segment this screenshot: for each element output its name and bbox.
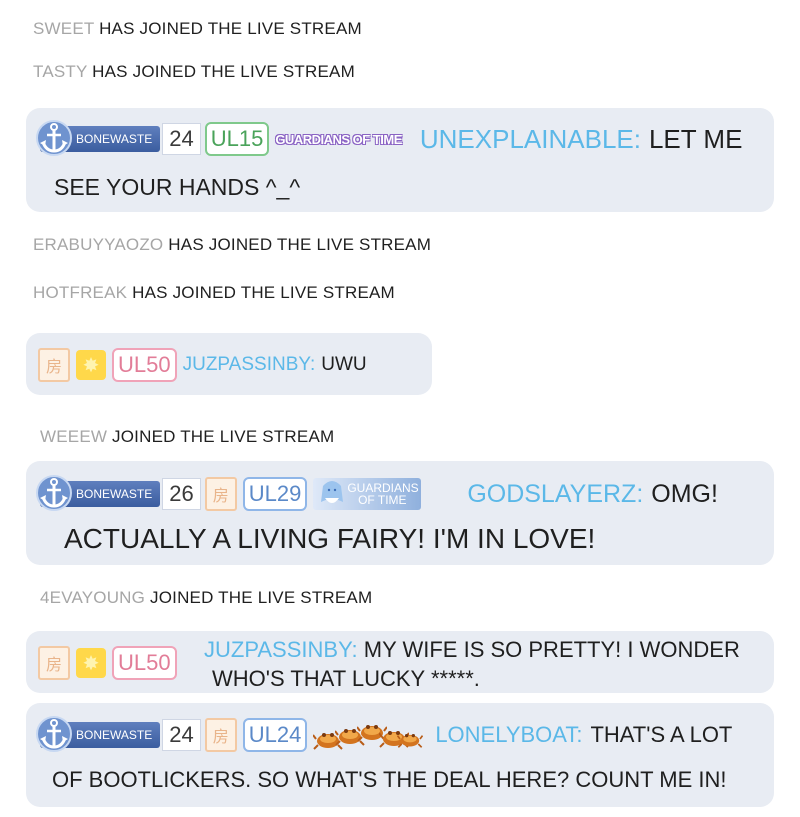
system-username: WEEEW <box>40 427 108 446</box>
chat-text: MY WIFE IS SO PRETTY! I WONDER <box>363 637 740 662</box>
chat-username[interactable]: JUZPASSINBY: <box>183 354 316 376</box>
chat-text: LET ME <box>648 123 743 154</box>
user-level-badge: UL24 <box>242 718 308 752</box>
fan-badge[interactable]: BONEWASTE <box>40 126 161 152</box>
fan-badge[interactable]: BONEWASTE <box>40 481 161 507</box>
chat-message: BONEWASTE 24 UL15 GUARDIANS OF TIME UNEX… <box>26 108 774 212</box>
house-badge-icon: 房 <box>38 348 70 382</box>
chat-text-continued: ACTUALLY A LIVING FAIRY! I'M IN LOVE! <box>64 523 596 554</box>
house-badge-icon: 房 <box>204 718 237 752</box>
star-badge-icon: ✸ <box>76 350 106 380</box>
user-level-badge: UL29 <box>242 477 308 511</box>
fan-level: 24 <box>162 123 201 155</box>
chat-username[interactable]: GODSLAYERZ: <box>467 480 643 509</box>
chat-text: OMG! <box>651 479 718 508</box>
fan-level: 26 <box>162 478 201 510</box>
user-level-badge: UL50 <box>112 646 177 680</box>
system-message: HOTFREAK HAS JOINED THE LIVE STREAM <box>33 283 395 303</box>
house-badge-icon: 房 <box>38 646 70 680</box>
system-text: JOINED THE LIVE STREAM <box>112 427 335 446</box>
system-text: HAS JOINED THE LIVE STREAM <box>132 283 395 302</box>
anchor-icon <box>34 116 74 160</box>
chat-line: JUZPASSINBY: MY WIFE IS SO PRETTY! I WON… <box>204 637 740 663</box>
guild-name-line2: OF TIME <box>358 493 407 507</box>
star-badge-icon: ✸ <box>76 648 106 678</box>
system-text: HAS JOINED THE LIVE STREAM <box>99 19 362 38</box>
chat-username[interactable]: JUZPASSINBY: <box>204 637 358 662</box>
chat-text: UWU <box>321 354 367 375</box>
chat-username[interactable]: UNEXPLAINABLE: <box>420 124 641 155</box>
system-username: TASTY <box>33 62 88 81</box>
user-level-badge: UL15 <box>204 122 270 156</box>
system-username: HOTFREAK <box>33 283 128 302</box>
system-text: HAS JOINED THE LIVE STREAM <box>168 235 432 254</box>
chat-text-continued: WHO'S THAT LUCKY *****. <box>212 666 480 691</box>
chat-text-continued: SEE YOUR HANDS ^_^ <box>54 174 301 200</box>
system-message: ERABUYYAOZO HAS JOINED THE LIVE STREAM <box>33 235 431 255</box>
system-text: HAS JOINED THE LIVE STREAM <box>92 62 355 81</box>
system-text: JOINED THE LIVE STREAM <box>150 588 373 607</box>
chat-username[interactable]: LONELYBOAT: <box>435 722 582 748</box>
anchor-icon <box>34 471 74 515</box>
house-badge-icon: 房 <box>204 477 237 511</box>
system-message: 4EVAYOUNG JOINED THE LIVE STREAM <box>40 588 372 608</box>
anchor-icon <box>34 712 74 756</box>
fan-level: 24 <box>162 719 201 751</box>
chat-message: BONEWASTE 26 房 UL29 GUARDIANS OF TIME GO… <box>26 461 774 565</box>
user-level-badge: UL50 <box>112 348 177 382</box>
guild-badge: GUARDIANS OF TIME <box>275 131 402 147</box>
system-message: SWEET HAS JOINED THE LIVE STREAM <box>33 19 362 39</box>
chat-text: THAT'S A LOT <box>590 722 733 747</box>
system-username: SWEET <box>33 19 95 38</box>
fairy-icon <box>321 481 344 503</box>
system-message: TASTY HAS JOINED THE LIVE STREAM <box>33 62 355 82</box>
system-username: 4EVAYOUNG <box>40 588 146 607</box>
crab-gift-icon <box>313 724 424 750</box>
chat-message: 房 ✸ UL50 JUZPASSINBY: UWU <box>26 333 432 395</box>
fan-badge[interactable]: BONEWASTE <box>40 722 161 748</box>
chat-message: 房 ✸ UL50 JUZPASSINBY: MY WIFE IS SO PRET… <box>26 631 774 693</box>
system-message: WEEEW JOINED THE LIVE STREAM <box>40 427 334 447</box>
guild-badge: GUARDIANS OF TIME <box>313 478 422 510</box>
system-username: ERABUYYAOZO <box>33 235 164 254</box>
chat-message: BONEWASTE 24 房 UL24 LONELYBOAT: THAT'S A… <box>26 703 774 807</box>
chat-text-continued: OF BOOTLICKERS. SO WHAT'S THE DEAL HERE?… <box>52 767 727 792</box>
